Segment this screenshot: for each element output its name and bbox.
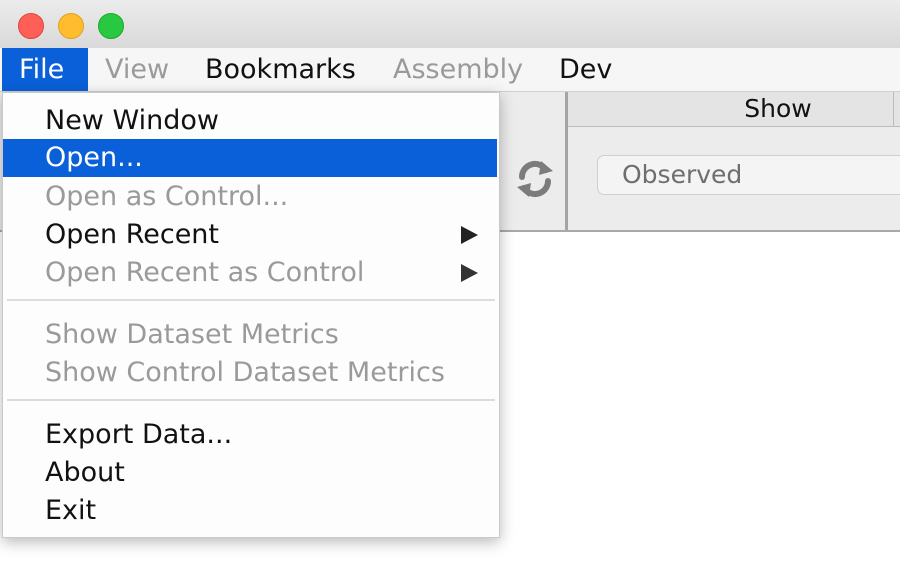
menu-bookmarks[interactable]: Bookmarks	[188, 48, 373, 91]
menu-item-export-data[interactable]: Export Data...	[3, 416, 497, 454]
minimize-window-button[interactable]	[58, 13, 84, 39]
show-header-label: Show	[744, 94, 812, 123]
menu-item-show-control-dataset-metrics[interactable]: Show Control Dataset Metrics	[3, 354, 497, 392]
menu-item-show-dataset-metrics[interactable]: Show Dataset Metrics	[3, 316, 497, 354]
window-titlebar	[0, 0, 900, 49]
close-window-button[interactable]	[18, 13, 44, 39]
menu-item-exit[interactable]: Exit	[3, 492, 497, 530]
refresh-icon[interactable]	[511, 155, 559, 203]
file-menu-dropdown: New Window Open... Open as Control... Op…	[2, 92, 500, 538]
menu-separator	[7, 299, 495, 301]
menu-item-open-recent[interactable]: Open Recent	[3, 216, 497, 254]
maximize-window-button[interactable]	[98, 13, 124, 39]
menu-item-about[interactable]: About	[3, 454, 497, 492]
column-divider	[893, 92, 894, 126]
menu-bar: File View Bookmarks Assembly Dev	[0, 48, 900, 92]
menu-separator	[7, 399, 495, 401]
menu-assembly[interactable]: Assembly	[376, 48, 540, 91]
menu-file[interactable]: File	[2, 48, 88, 91]
menu-item-open-as-control[interactable]: Open as Control...	[3, 178, 497, 216]
menu-item-open[interactable]: Open...	[3, 139, 497, 177]
menu-view[interactable]: View	[88, 48, 186, 91]
chevron-right-icon	[461, 226, 478, 244]
chevron-right-icon	[461, 264, 478, 282]
menu-item-new-window[interactable]: New Window	[3, 102, 497, 140]
menu-item-open-recent-as-control[interactable]: Open Recent as Control	[3, 254, 497, 292]
show-column-header: Show	[568, 92, 900, 127]
show-mode-select[interactable]: Observed	[597, 155, 900, 195]
menu-dev[interactable]: Dev	[542, 48, 629, 91]
